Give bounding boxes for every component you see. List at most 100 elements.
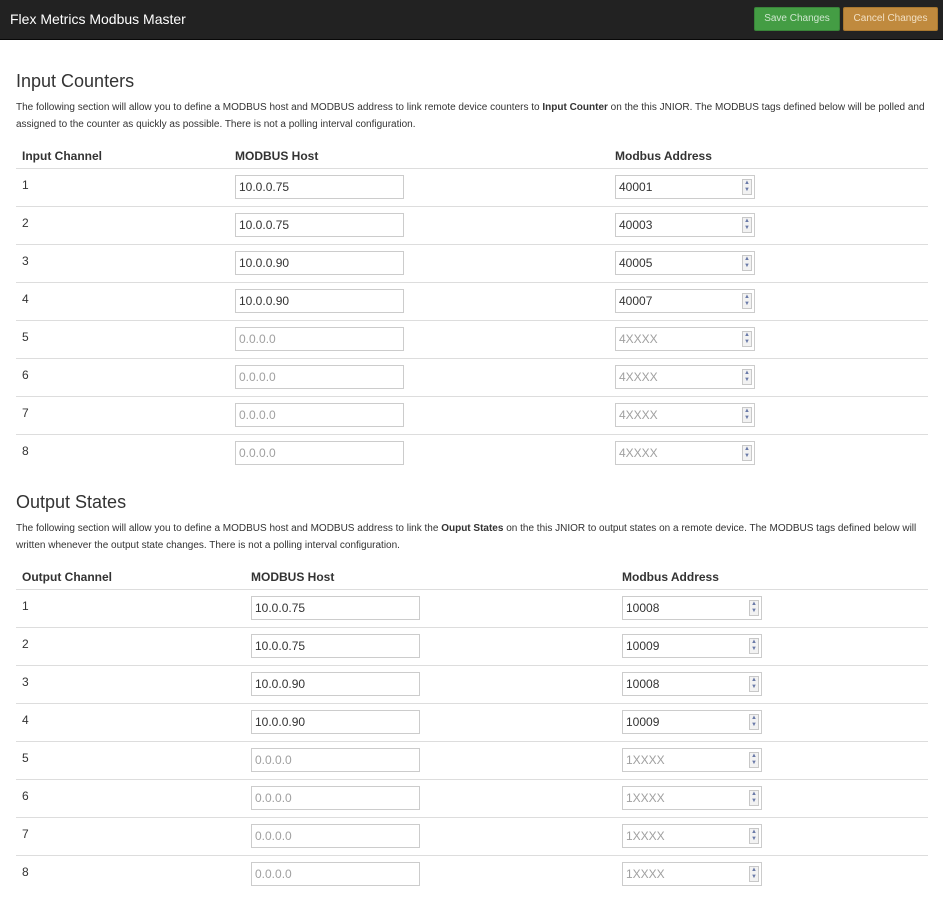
input-modbus-address-input[interactable]: [616, 404, 738, 426]
spinner-down-arrow-icon[interactable]: ▼: [751, 836, 757, 843]
output-modbus-host-input[interactable]: [251, 748, 420, 772]
output-modbus-address-stepper[interactable]: ▲▼: [622, 710, 762, 734]
spinner-buttons[interactable]: ▲ ▼: [742, 445, 752, 461]
spinner-buttons[interactable]: ▲ ▼: [749, 866, 759, 882]
input-modbus-host-input[interactable]: [235, 365, 404, 389]
input-modbus-host-input[interactable]: [235, 175, 404, 199]
spinner-down-arrow-icon[interactable]: ▼: [744, 225, 750, 232]
spinner-up-arrow-icon[interactable]: ▲: [744, 408, 750, 415]
input-modbus-address-stepper[interactable]: ▲▼: [615, 289, 755, 313]
spinner-up-arrow-icon[interactable]: ▲: [751, 601, 757, 608]
spinner-up-arrow-icon[interactable]: ▲: [751, 677, 757, 684]
output-modbus-host-input[interactable]: [251, 862, 420, 886]
input-modbus-address-stepper[interactable]: ▲▼: [615, 403, 755, 427]
output-modbus-address-stepper[interactable]: ▲▼: [622, 672, 762, 696]
output-modbus-address-stepper[interactable]: ▲▼: [622, 634, 762, 658]
spinner-up-arrow-icon[interactable]: ▲: [744, 256, 750, 263]
input-modbus-address-input[interactable]: [616, 214, 738, 236]
output-modbus-host-input[interactable]: [251, 596, 420, 620]
output-modbus-address-input[interactable]: [623, 711, 745, 733]
spinner-buttons[interactable]: ▲ ▼: [749, 600, 759, 616]
spinner-buttons[interactable]: ▲ ▼: [742, 369, 752, 385]
spinner-down-arrow-icon[interactable]: ▼: [751, 608, 757, 615]
spinner-down-arrow-icon[interactable]: ▼: [751, 874, 757, 881]
output-modbus-address-stepper[interactable]: ▲▼: [622, 748, 762, 772]
output-modbus-address-stepper[interactable]: ▲▼: [622, 824, 762, 848]
input-modbus-address-input[interactable]: [616, 328, 738, 350]
spinner-buttons[interactable]: ▲ ▼: [742, 217, 752, 233]
input-modbus-host-input[interactable]: [235, 403, 404, 427]
spinner-down-arrow-icon[interactable]: ▼: [744, 453, 750, 460]
input-modbus-host-input[interactable]: [235, 289, 404, 313]
spinner-buttons[interactable]: ▲ ▼: [749, 752, 759, 768]
save-changes-button[interactable]: Save Changes: [754, 7, 840, 31]
spinner-down-arrow-icon[interactable]: ▼: [744, 377, 750, 384]
output-modbus-address-input[interactable]: [623, 635, 745, 657]
input-modbus-address-stepper[interactable]: ▲▼: [615, 175, 755, 199]
output-modbus-host-input[interactable]: [251, 710, 420, 734]
spinner-down-arrow-icon[interactable]: ▼: [751, 646, 757, 653]
output-modbus-host-input[interactable]: [251, 634, 420, 658]
spinner-buttons[interactable]: ▲ ▼: [742, 255, 752, 271]
spinner-up-arrow-icon[interactable]: ▲: [744, 218, 750, 225]
input-modbus-host-input[interactable]: [235, 251, 404, 275]
spinner-up-arrow-icon[interactable]: ▲: [744, 180, 750, 187]
output-modbus-address-input[interactable]: [623, 597, 745, 619]
spinner-buttons[interactable]: ▲ ▼: [749, 714, 759, 730]
cancel-changes-button[interactable]: Cancel Changes: [843, 7, 938, 31]
input-modbus-address-stepper[interactable]: ▲▼: [615, 441, 755, 465]
spinner-down-arrow-icon[interactable]: ▼: [751, 760, 757, 767]
input-modbus-host-input[interactable]: [235, 441, 404, 465]
input-modbus-address-input[interactable]: [616, 252, 738, 274]
spinner-buttons[interactable]: ▲ ▼: [742, 331, 752, 347]
spinner-buttons[interactable]: ▲ ▼: [749, 828, 759, 844]
spinner-up-arrow-icon[interactable]: ▲: [751, 791, 757, 798]
output-modbus-address-input[interactable]: [623, 825, 745, 847]
output-modbus-address-input[interactable]: [623, 673, 745, 695]
spinner-buttons[interactable]: ▲ ▼: [749, 790, 759, 806]
input-modbus-address-stepper[interactable]: ▲▼: [615, 251, 755, 275]
spinner-down-arrow-icon[interactable]: ▼: [751, 798, 757, 805]
spinner-down-arrow-icon[interactable]: ▼: [751, 684, 757, 691]
input-modbus-address-stepper[interactable]: ▲▼: [615, 213, 755, 237]
spinner-down-arrow-icon[interactable]: ▼: [744, 301, 750, 308]
spinner-up-arrow-icon[interactable]: ▲: [744, 446, 750, 453]
spinner-up-arrow-icon[interactable]: ▲: [751, 715, 757, 722]
input-modbus-address-input[interactable]: [616, 442, 738, 464]
spinner-down-arrow-icon[interactable]: ▼: [744, 263, 750, 270]
output-modbus-address-input[interactable]: [623, 863, 745, 885]
output-modbus-host-input[interactable]: [251, 786, 420, 810]
input-modbus-address-stepper[interactable]: ▲▼: [615, 327, 755, 351]
spinner-up-arrow-icon[interactable]: ▲: [744, 370, 750, 377]
output-modbus-address-stepper[interactable]: ▲▼: [622, 786, 762, 810]
spinner-buttons[interactable]: ▲ ▼: [742, 407, 752, 423]
spinner-up-arrow-icon[interactable]: ▲: [751, 639, 757, 646]
spinner-up-arrow-icon[interactable]: ▲: [751, 867, 757, 874]
spinner-down-arrow-icon[interactable]: ▼: [744, 339, 750, 346]
output-modbus-address-input[interactable]: [623, 749, 745, 771]
spinner-down-arrow-icon[interactable]: ▼: [744, 415, 750, 422]
input-modbus-address-input[interactable]: [616, 366, 738, 388]
input-modbus-address-input[interactable]: [616, 290, 738, 312]
spinner-up-arrow-icon[interactable]: ▲: [744, 294, 750, 301]
spinner-down-arrow-icon[interactable]: ▼: [751, 722, 757, 729]
input-modbus-address-input[interactable]: [616, 176, 738, 198]
spinner-up-arrow-icon[interactable]: ▲: [751, 753, 757, 760]
spinner-up-arrow-icon[interactable]: ▲: [751, 829, 757, 836]
spinner-up-arrow-icon[interactable]: ▲: [744, 332, 750, 339]
output-row: 1 ▲▼: [16, 590, 928, 628]
output-modbus-address-stepper[interactable]: ▲▼: [622, 862, 762, 886]
input-modbus-address-stepper[interactable]: ▲▼: [615, 365, 755, 389]
output-modbus-address-stepper[interactable]: ▲▼: [622, 596, 762, 620]
output-modbus-host-input[interactable]: [251, 672, 420, 696]
output-modbus-host-input[interactable]: [251, 824, 420, 848]
input-channel-number: 1: [22, 178, 29, 192]
spinner-buttons[interactable]: ▲ ▼: [749, 676, 759, 692]
spinner-down-arrow-icon[interactable]: ▼: [744, 187, 750, 194]
spinner-buttons[interactable]: ▲ ▼: [742, 179, 752, 195]
spinner-buttons[interactable]: ▲ ▼: [742, 293, 752, 309]
output-modbus-address-input[interactable]: [623, 787, 745, 809]
input-modbus-host-input[interactable]: [235, 327, 404, 351]
spinner-buttons[interactable]: ▲ ▼: [749, 638, 759, 654]
input-modbus-host-input[interactable]: [235, 213, 404, 237]
